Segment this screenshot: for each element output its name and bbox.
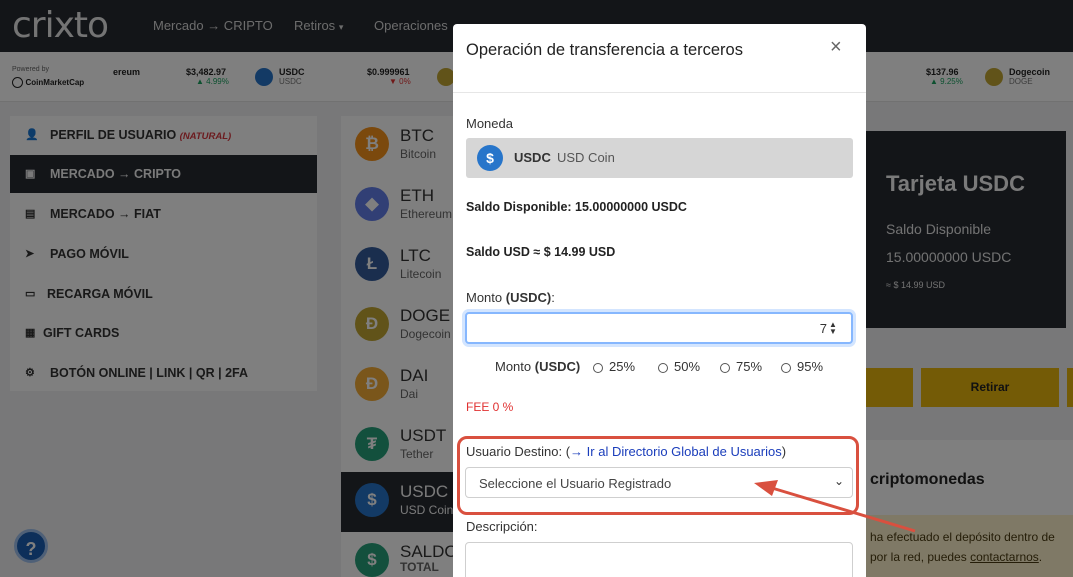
arrow-line (771, 486, 916, 533)
annotation-arrow (754, 480, 916, 533)
arrow-head (754, 480, 778, 496)
